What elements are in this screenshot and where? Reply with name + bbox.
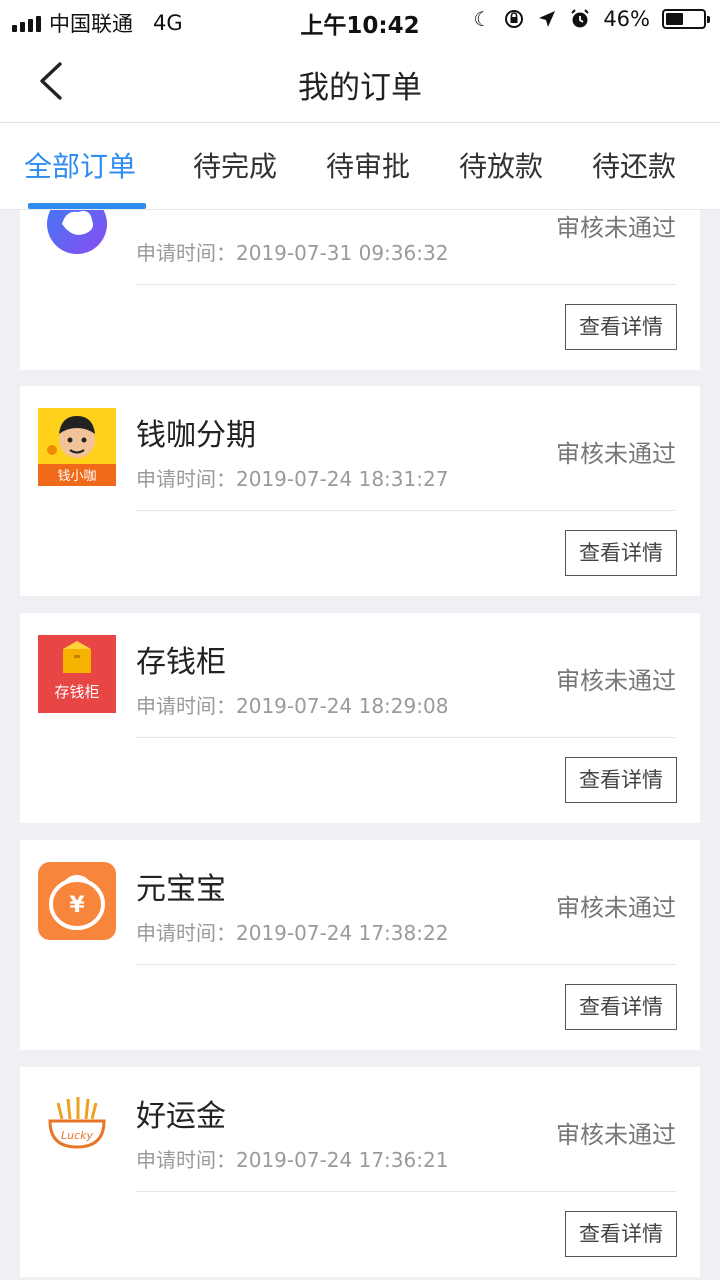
order-card: 钱小咖 钱咖分期 申请时间：2019-07-24 18:31:27 审核未通过 … (20, 386, 700, 596)
apply-label: 申请时间： (136, 694, 236, 718)
order-card: Lucky 好运金 申请时间：2019-07-24 17:36:21 审核未通过… (20, 1067, 700, 1277)
alarm-icon (571, 9, 590, 28)
apply-time-value: 2019-07-31 09:36:32 (236, 241, 449, 265)
apply-time-value: 2019-07-24 18:31:27 (236, 467, 449, 491)
order-card: ¥ 元宝宝 申请时间：2019-07-24 17:38:22 审核未通过 查看详… (20, 840, 700, 1050)
nav-bar: 我的订单 (0, 40, 720, 123)
apply-time: 申请时间：2019-07-24 17:38:22 (136, 917, 448, 946)
apply-label: 申请时间： (136, 241, 236, 265)
apply-time-value: 2019-07-24 17:36:21 (236, 1148, 449, 1172)
svg-text:钱小咖: 钱小咖 (57, 469, 96, 484)
order-status: 审核未通过 (556, 1121, 676, 1149)
order-status: 审核未通过 (556, 667, 676, 695)
view-details-button[interactable]: 查看详情 (565, 530, 677, 576)
battery-percent: 46% (603, 7, 650, 31)
order-name: 元宝宝 (136, 872, 226, 907)
qianxiaojia-logo-icon: 钱小咖 (38, 408, 116, 486)
tab-pending-approval[interactable]: 待审批 (326, 145, 410, 185)
divider (136, 510, 676, 511)
haoyunjin-logo-icon: Lucky (38, 1089, 116, 1167)
svg-text:Lucky: Lucky (61, 1129, 94, 1142)
order-card: 存钱柜 存钱柜 申请时间：2019-07-24 18:29:08 审核未通过 查… (20, 613, 700, 823)
order-status: 审核未通过 (556, 894, 676, 922)
battery-icon (662, 9, 710, 29)
order-name: 钱咖分期 (136, 418, 256, 453)
apply-time: 申请时间：2019-07-24 18:31:27 (136, 463, 448, 492)
active-tab-indicator (28, 203, 146, 209)
apply-time: 申请时间：2019-07-24 17:36:21 (136, 1144, 448, 1173)
cunqiangui-logo-icon: 存钱柜 (38, 635, 116, 713)
apply-time-value: 2019-07-24 17:38:22 (236, 921, 449, 945)
svg-text:存钱柜: 存钱柜 (54, 683, 99, 701)
apply-label: 申请时间： (136, 467, 236, 491)
page-title: 我的订单 (298, 70, 422, 106)
apply-label: 申请时间： (136, 1148, 236, 1172)
view-details-button[interactable]: 查看详情 (565, 1211, 677, 1257)
tab-all-orders[interactable]: 全部订单 (24, 145, 136, 185)
divider (136, 964, 676, 965)
svg-text:¥: ¥ (69, 893, 85, 918)
apply-time-value: 2019-07-24 18:29:08 (236, 694, 449, 718)
view-details-button[interactable]: 查看详情 (565, 304, 677, 350)
order-status: 审核未通过 (556, 214, 676, 242)
battery-fill (666, 13, 683, 25)
apply-time: 申请时间：2019-07-31 09:36:32 (136, 237, 448, 266)
order-card: 申请时间：2019-07-31 09:36:32 审核未通过 查看详情 (20, 210, 700, 370)
order-list[interactable]: 申请时间：2019-07-31 09:36:32 审核未通过 查看详情 钱小咖 … (0, 210, 720, 1280)
order-name: 存钱柜 (136, 645, 226, 680)
divider (136, 737, 676, 738)
order-tabs: 全部订单 待完成 待审批 待放款 待还款 (0, 123, 720, 210)
location-arrow-icon (539, 11, 556, 27)
view-details-button[interactable]: 查看详情 (565, 984, 677, 1030)
apply-label: 申请时间： (136, 921, 236, 945)
tab-pending-repayment[interactable]: 待还款 (592, 145, 676, 185)
tab-pending-complete[interactable]: 待完成 (193, 145, 277, 185)
order-status: 审核未通过 (556, 440, 676, 468)
divider (136, 1191, 676, 1192)
divider (136, 284, 676, 285)
apply-time: 申请时间：2019-07-24 18:29:08 (136, 690, 448, 719)
tab-pending-disbursement[interactable]: 待放款 (459, 145, 543, 185)
status-right: ☾ 46% (473, 7, 710, 31)
moon-icon: ☾ (473, 7, 492, 31)
order-name: 好运金 (136, 1099, 226, 1134)
rotation-lock-icon (505, 10, 524, 28)
status-bar: 中国联通 4G 上午10:42 ☾ 46% (0, 0, 720, 40)
blue-ring-logo-icon (47, 210, 107, 254)
yuanbaobao-logo-icon: ¥ (38, 862, 116, 940)
view-details-button[interactable]: 查看详情 (565, 757, 677, 803)
